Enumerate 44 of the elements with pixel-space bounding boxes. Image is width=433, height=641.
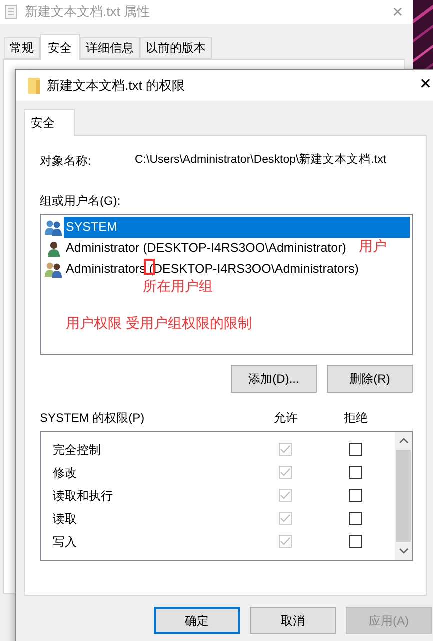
column-header: 允许 [273, 410, 299, 427]
person-icon [45, 240, 63, 256]
permission-name: 读取 [53, 510, 78, 528]
check-icon [280, 537, 290, 546]
permissions-label: SYSTEM 的权限(P) [40, 410, 146, 427]
object-path: C:\Users\Administrator\Desktop\新建文本文档.txt [135, 152, 387, 168]
dialog-button[interactable]: 取消 [250, 607, 336, 634]
permission-name: 修改 [53, 464, 78, 482]
action-button[interactable]: 添加(D)... [231, 365, 317, 393]
tab[interactable]: 常规 [4, 37, 40, 59]
close-button[interactable]: ✕ [411, 70, 433, 100]
field-label: 组或用户名(G): [40, 193, 122, 210]
action-button[interactable]: 删除(R) [327, 365, 413, 393]
check-icon [280, 468, 290, 477]
check-icon [280, 491, 290, 500]
check-icon [280, 514, 290, 523]
column-header: 拒绝 [343, 410, 369, 427]
window-title: 新建文本文档.txt 属性 [25, 3, 150, 22]
annotation-text: 用户 [359, 237, 387, 256]
checkbox[interactable] [348, 535, 362, 548]
window-title: 新建文本文档.txt 的权限 [47, 76, 185, 95]
check-icon [280, 445, 290, 454]
checkbox[interactable] [348, 443, 362, 456]
group-icon [45, 262, 63, 278]
annotation-text: 用户权限 受用户组权限的限制 [66, 314, 252, 333]
tab[interactable]: 安全 [24, 109, 75, 136]
permission-name: 写入 [53, 534, 78, 550]
checkbox[interactable] [348, 466, 362, 479]
tab[interactable]: 安全 [40, 34, 80, 60]
group-icon [45, 220, 63, 236]
tab[interactable]: 详细信息 [80, 37, 140, 59]
scrollbar[interactable] [395, 432, 412, 560]
list-item[interactable]: Administrator (DESKTOP-I4RS3OO\Administrator) [43, 238, 346, 259]
document-icon [5, 5, 17, 19]
folder-icon [28, 78, 40, 94]
permission-name: 完全控制 [53, 442, 102, 458]
scroll-thumb[interactable] [396, 450, 411, 542]
annotation-text: 所在用户组 [143, 277, 213, 296]
dialog-button[interactable]: 确定 [154, 607, 240, 634]
checkbox[interactable] [348, 489, 362, 502]
field-label: 对象名称: [40, 153, 92, 170]
permission-name: 读取和执行 [53, 488, 114, 504]
tab[interactable]: 以前的版本 [140, 37, 212, 59]
checkbox[interactable] [348, 512, 362, 525]
